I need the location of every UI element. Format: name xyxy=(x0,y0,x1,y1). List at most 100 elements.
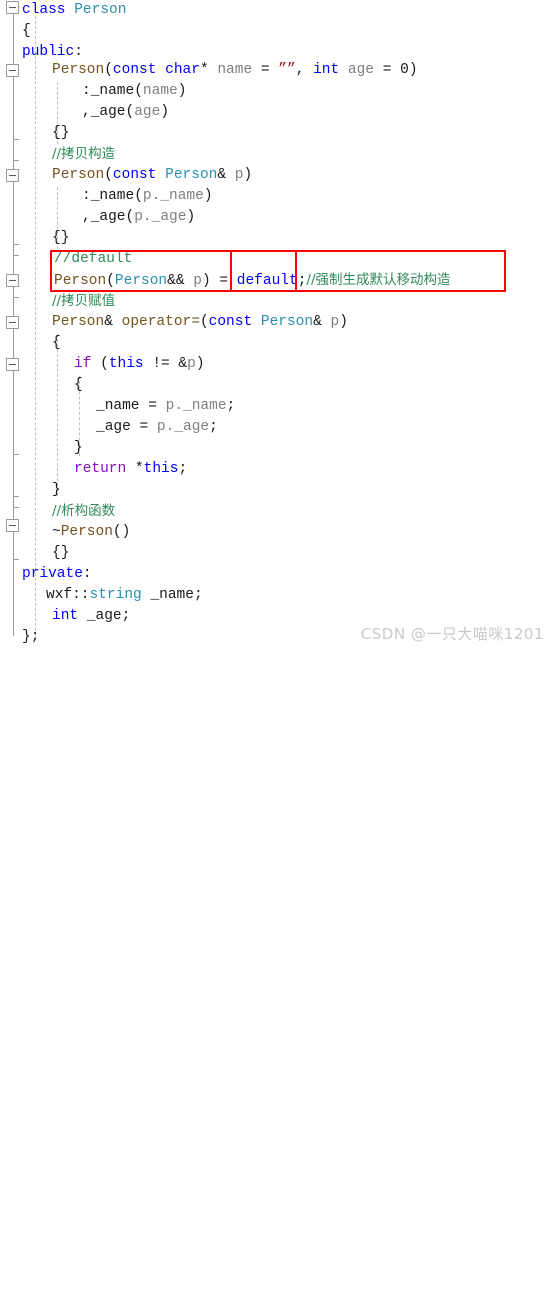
token-empty-body: {} xyxy=(52,545,70,561)
token-keyword-return: return xyxy=(74,461,127,477)
code-line-22[interactable]: } xyxy=(74,438,83,459)
code-line-4[interactable]: Person(const char* name = ””, int age = … xyxy=(52,60,418,81)
token-semicolon: ; xyxy=(121,608,131,624)
token-semicolon: ; xyxy=(226,398,236,414)
code-line-26[interactable]: ~Person() xyxy=(52,522,130,543)
token-keyword-if: if xyxy=(74,356,92,372)
code-line-16[interactable]: Person& operator=(const Person& p) xyxy=(52,312,348,333)
token-colon: : xyxy=(82,566,92,582)
token-member-name: _name xyxy=(90,188,135,204)
token-keyword-int: int xyxy=(313,62,340,78)
code-line-6[interactable]: ,_age(age) xyxy=(82,102,169,123)
token-semicolon: ; xyxy=(178,461,188,477)
code-line-5[interactable]: :_name(name) xyxy=(82,81,186,102)
token-close-paren: ) xyxy=(186,209,196,225)
token-keyword-char: char xyxy=(165,62,200,78)
token-close-paren: ) xyxy=(160,104,170,120)
code-line-9[interactable]: Person(const Person& p) xyxy=(52,165,252,186)
code-line-28[interactable]: private: xyxy=(22,564,92,585)
token-type-person: Person xyxy=(74,2,127,18)
token-keyword-public: public xyxy=(22,44,75,60)
token-paren: ( xyxy=(104,167,113,183)
code-editor[interactable]: class Person { public: Person(const char… xyxy=(0,0,556,654)
token-var-p: p xyxy=(156,419,166,435)
token-rvalue-ref: && xyxy=(167,273,194,289)
code-area[interactable]: class Person { public: Person(const char… xyxy=(0,0,556,654)
token-comment-copy-ctor: //拷贝构造 xyxy=(52,146,116,162)
code-line-11[interactable]: ,_age(p._age) xyxy=(82,207,195,228)
token-semicolon: ; xyxy=(209,419,218,435)
token-tilde: ~ xyxy=(52,524,61,540)
code-line-30[interactable]: int _age; xyxy=(52,606,130,627)
code-line-18[interactable]: if (this != &p) xyxy=(74,354,205,375)
token-colon: : xyxy=(74,44,83,60)
code-line-10[interactable]: :_name(p._name) xyxy=(82,186,213,207)
token-arg-age: age xyxy=(134,104,161,120)
code-line-15[interactable]: //拷贝赋值 xyxy=(52,291,115,312)
code-line-24[interactable]: } xyxy=(52,480,61,501)
token-paren: ( xyxy=(91,356,109,372)
csdn-watermark: CSDN @一只大喵咪1201 xyxy=(360,625,544,643)
code-line-1[interactable]: class Person xyxy=(22,0,126,21)
code-line-7[interactable]: {} xyxy=(52,123,69,144)
token-assign2: = xyxy=(374,62,401,78)
token-arg-name: name xyxy=(142,83,178,99)
token-type-person: Person xyxy=(114,273,168,289)
token-function-operator-assign: operator= xyxy=(121,314,200,330)
token-paren: ( xyxy=(134,188,143,204)
code-line-29[interactable]: wxf::string _name; xyxy=(46,585,203,606)
token-member-name: _name xyxy=(150,587,194,603)
token-keyword-private: private xyxy=(22,566,83,582)
token-arg-p-name: _name xyxy=(160,188,204,204)
code-line-19[interactable]: { xyxy=(74,375,83,396)
code-line-17[interactable]: { xyxy=(52,333,61,354)
code-line-2[interactable]: { xyxy=(22,21,31,42)
token-open-brace: { xyxy=(52,335,61,351)
token-paren: ( xyxy=(134,83,143,99)
code-line-20[interactable]: _name = p._name; xyxy=(96,396,235,417)
token-dot: . xyxy=(174,398,184,414)
token-close-paren: ) xyxy=(203,188,213,204)
token-class-close: }; xyxy=(22,629,40,645)
token-keyword-this: this xyxy=(143,461,179,477)
token-close-paren: ) = xyxy=(201,273,237,289)
token-init-comma: , xyxy=(82,104,91,120)
code-line-13[interactable]: //default xyxy=(54,249,132,270)
token-open-brace: { xyxy=(74,377,83,393)
token-scope-res: :: xyxy=(72,587,90,603)
token-amp: & xyxy=(104,314,122,330)
token-close-paren: ) xyxy=(243,167,253,183)
token-type-person: Person xyxy=(165,167,218,183)
code-line-8[interactable]: //拷贝构造 xyxy=(52,144,115,165)
code-line-23[interactable]: return *this; xyxy=(74,459,187,480)
token-deref: * xyxy=(126,461,144,477)
token-star: * xyxy=(199,62,218,78)
token-member-age: _age xyxy=(86,608,122,624)
token-param-p: p xyxy=(193,273,202,289)
token-keyword-class: class xyxy=(22,2,66,18)
token-keyword-const: const xyxy=(208,314,253,330)
token-amp2: & xyxy=(313,314,331,330)
token-param-age: age xyxy=(347,62,375,78)
token-close-brace: } xyxy=(74,440,83,456)
code-line-31[interactable]: }; xyxy=(22,627,39,648)
token-keyword-int: int xyxy=(52,608,79,624)
code-line-21[interactable]: _age = p._age; xyxy=(96,417,218,438)
code-line-12[interactable]: {} xyxy=(52,228,69,249)
token-close-paren: ) xyxy=(177,83,187,99)
code-line-25[interactable]: //析构函数 xyxy=(52,501,115,522)
token-member-name: _name xyxy=(90,83,135,99)
token-param-p: p xyxy=(330,314,340,330)
code-line-27[interactable]: {} xyxy=(52,543,69,564)
token-type-string: string xyxy=(89,587,142,603)
token-comment-default: //default xyxy=(54,251,133,267)
token-function-person-dtor: Person xyxy=(60,524,113,540)
token-empty-body: {} xyxy=(52,230,70,246)
code-line-14[interactable]: Person(Person&& p) = default;//强制生成默认移动构… xyxy=(54,270,451,291)
token-init-comma: , xyxy=(82,209,91,225)
token-var-p: p xyxy=(187,356,196,372)
token-open-brace: { xyxy=(22,23,31,39)
